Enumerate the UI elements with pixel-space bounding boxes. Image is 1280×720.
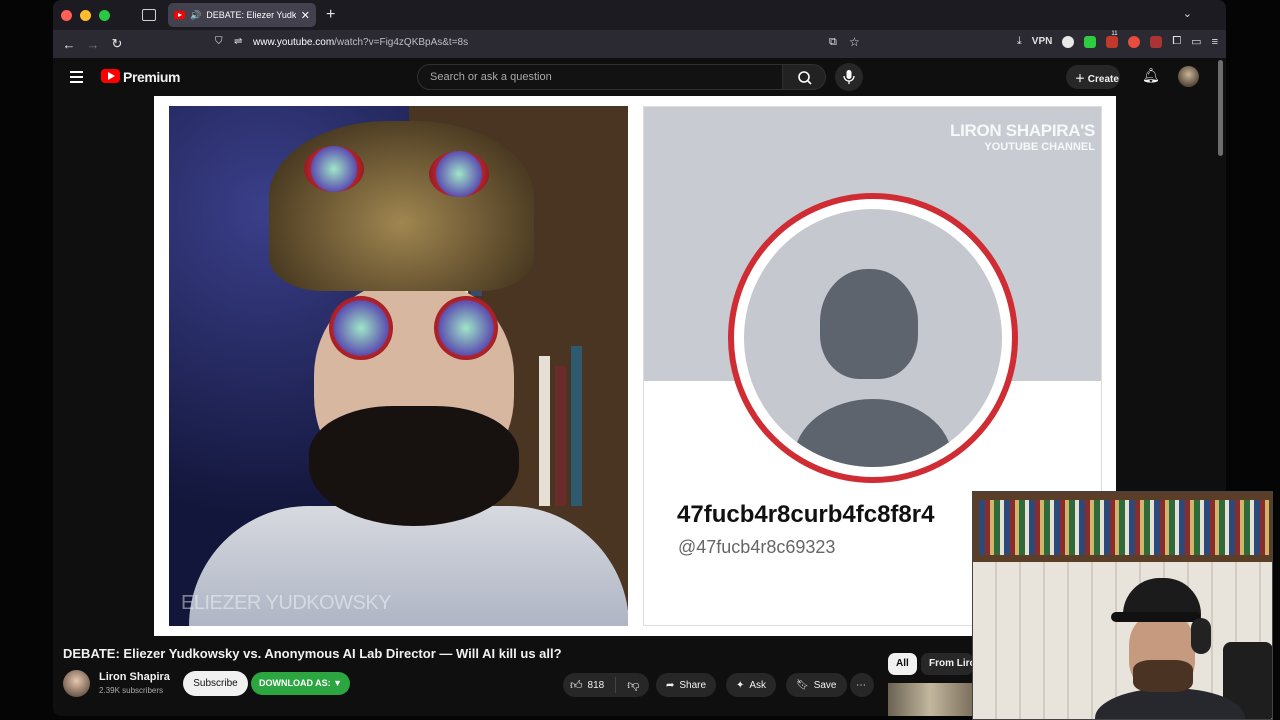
page-scrollbar[interactable] — [1218, 60, 1223, 156]
ask-label: Ask — [749, 679, 767, 691]
tab-groups-icon[interactable] — [142, 9, 156, 21]
webcam-bookshelf — [973, 492, 1272, 562]
address-bar[interactable]: www.youtube.com/watch?v=Fig4zQKBpAs&t=8s — [253, 37, 468, 48]
extension-green-icon[interactable] — [1084, 35, 1097, 48]
picture-in-picture-icon[interactable]: ⧉ — [829, 36, 837, 49]
share-arrow-icon: ➦ — [666, 679, 675, 691]
voice-search-button[interactable] — [835, 63, 863, 91]
steampunk-hat — [269, 121, 534, 291]
extension-grid-icon[interactable] — [1150, 35, 1163, 48]
youtube-favicon-icon — [174, 11, 185, 19]
download-as-button[interactable]: DOWNLOAD AS: ▼ — [251, 672, 350, 695]
webcam-overlay — [972, 491, 1273, 720]
thumbs-down-icon[interactable]: 👎︎ — [627, 678, 639, 693]
notifications-bell-icon[interactable]: 🔔︎ — [1142, 67, 1160, 84]
window-controls — [61, 9, 110, 21]
back-arrow-icon[interactable]: ← — [57, 37, 81, 52]
toolbar-right: ⤓ VPN 11 ⧠ ▭ ≡ — [1017, 31, 1218, 49]
url-path: /watch?v=Fig4zQKBpAs&t=8s — [334, 37, 469, 48]
channel-name[interactable]: Liron Shapira — [99, 671, 170, 683]
extension-abp-icon[interactable] — [1128, 35, 1141, 48]
tab-youtube-debate[interactable]: 🔊 DEBATE: Eliezer Yudkowsky ✕ — [168, 3, 316, 27]
youtube-header: Premium Search or ask a question ＋ Creat… — [53, 58, 1226, 96]
extensions-puzzle-icon[interactable]: ⧠ — [1172, 35, 1181, 48]
sidebar-toggle-icon[interactable]: ▭ — [1191, 35, 1201, 48]
shield-icon[interactable]: ⛉ — [215, 36, 223, 47]
recommended-video-thumbnail[interactable] — [888, 683, 972, 716]
create-label: Create — [1087, 74, 1119, 85]
tab-strip: 🔊 DEBATE: Eliezer Yudkowsky ✕ + ⌄ — [53, 0, 1226, 30]
speaker-name-overlay: ELIEZER YUDKOWSKY — [181, 592, 392, 614]
default-profile-icon — [744, 209, 1002, 467]
chip-all[interactable]: All — [888, 653, 917, 675]
eye-goggle-right-icon — [434, 296, 498, 360]
forward-arrow-icon[interactable]: → — [81, 37, 105, 52]
channel-watermark: LIRON SHAPIRA'S YOUTUBE CHANNEL — [950, 121, 1095, 153]
create-button[interactable]: ＋ Create — [1066, 65, 1120, 89]
thumbs-up-icon[interactable]: 👍︎ — [570, 678, 583, 693]
profile-handle: @47fucb4r8c69323 — [678, 537, 836, 557]
search-icon — [798, 71, 812, 85]
speaker-icon[interactable]: 🔊 — [190, 10, 201, 21]
youtube-logo-icon[interactable] — [101, 69, 120, 83]
profile-name: 47fucb4r8curb4fc8f8r4 — [677, 501, 935, 528]
zoom-window-button[interactable] — [99, 9, 110, 21]
bookmark-icon: 🔖︎ — [796, 679, 809, 691]
download-icon[interactable]: ⤓ — [1017, 35, 1022, 48]
watermark-line-1: LIRON SHAPIRA'S — [950, 121, 1095, 140]
tab-list-chevron-icon[interactable]: ⌄ — [1183, 7, 1192, 20]
sparkle-icon: ✦ — [736, 679, 745, 691]
webcam-person — [1095, 578, 1245, 719]
close-tab-icon[interactable]: ✕ — [301, 9, 310, 22]
eye-goggle-left-icon — [329, 296, 393, 360]
account-avatar[interactable] — [1178, 66, 1199, 87]
share-button[interactable]: ➦ Share — [656, 673, 717, 697]
vpn-button[interactable]: VPN — [1032, 36, 1053, 47]
search-input[interactable]: Search or ask a question — [417, 64, 783, 90]
close-window-button[interactable] — [61, 9, 72, 21]
share-label: Share — [679, 679, 707, 691]
tab-title: DEBATE: Eliezer Yudkowsky — [206, 10, 296, 20]
site-settings-icon[interactable]: ⇌ — [234, 36, 242, 47]
subscriber-count: 2.39K subscribers — [99, 686, 164, 695]
video-left-panel: ELIEZER YUDKOWSKY — [169, 106, 628, 626]
watermark-line-2: YOUTUBE CHANNEL — [984, 141, 1095, 153]
like-dislike-group: 👍︎ 818 👎︎ — [563, 673, 649, 697]
save-button[interactable]: 🔖︎ Save — [786, 673, 847, 697]
plus-icon: ＋ — [1075, 74, 1088, 85]
headset-icon — [1191, 618, 1211, 654]
profile-picture-ring — [728, 193, 1018, 483]
hamburger-menu-icon[interactable] — [70, 71, 83, 86]
like-count[interactable]: 818 — [588, 680, 605, 691]
more-actions-button[interactable]: ⋯ — [850, 673, 874, 697]
extension-c-icon[interactable] — [1062, 35, 1075, 48]
youtube-premium-logo[interactable]: Premium — [123, 69, 181, 85]
new-tab-button[interactable]: + — [326, 6, 335, 24]
bookmark-star-icon[interactable]: ☆ — [849, 35, 860, 49]
beard — [309, 406, 519, 526]
ask-button[interactable]: ✦ Ask — [726, 673, 777, 697]
save-label: Save — [813, 679, 837, 691]
reload-icon[interactable]: ↻ — [105, 36, 129, 52]
channel-avatar[interactable] — [63, 670, 90, 697]
subscribe-button[interactable]: Subscribe — [183, 671, 248, 696]
extension-badge-count: 11 — [1111, 30, 1118, 37]
navigation-bar: ← → ↻ ⛉ ⇌ www.youtube.com/watch?v=Fig4zQ… — [53, 30, 1226, 58]
search-button[interactable] — [782, 64, 826, 90]
hat-goggle-left-icon — [304, 146, 364, 192]
video-title: DEBATE: Eliezer Yudkowsky vs. Anonymous … — [63, 646, 562, 661]
chip-from-liron[interactable]: From Liron — [921, 653, 973, 675]
microphone-icon — [843, 70, 855, 84]
extension-red-icon[interactable]: 11 — [1106, 31, 1119, 48]
minimize-window-button[interactable] — [80, 9, 91, 21]
hat-goggle-right-icon — [429, 151, 489, 197]
url-host: www.youtube.com — [253, 37, 335, 48]
app-menu-icon[interactable]: ≡ — [1212, 36, 1218, 48]
